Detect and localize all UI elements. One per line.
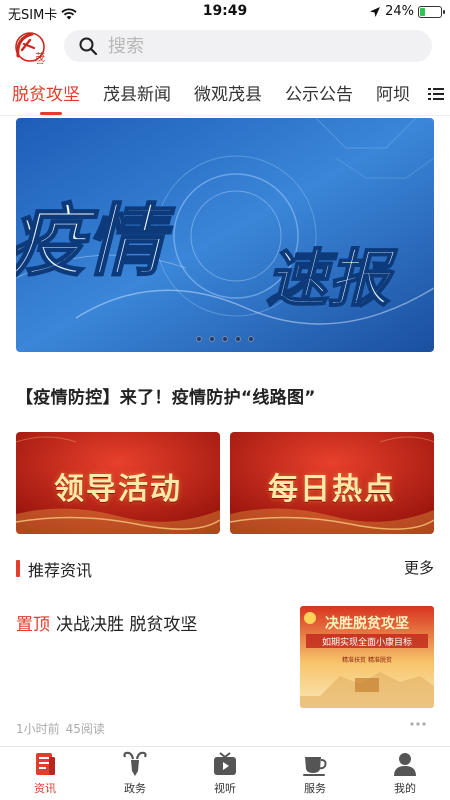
nav-label: 资讯 xyxy=(34,782,56,795)
app-header: 茂县 xyxy=(0,24,450,68)
pinned-badge: 置顶 xyxy=(16,615,50,635)
thumbnail-image: 决胜脱贫攻坚 如期实现全面小康目标 精准扶贫 精准脱贫 xyxy=(300,606,434,708)
location-arrow-icon xyxy=(370,6,381,17)
channel-tabs: 脱贫攻坚 茂县新闻 微观茂县 公示公告 阿坝 xyxy=(12,80,410,115)
carousel-dot[interactable] xyxy=(248,336,254,342)
news-meta: 1小时前 45阅读 xyxy=(16,720,105,737)
search-input[interactable] xyxy=(108,35,408,57)
battery-percent: 24% xyxy=(385,4,414,19)
carousel-indicators xyxy=(16,336,434,342)
search-box[interactable] xyxy=(64,30,432,62)
banner-text-1: 疫情 xyxy=(16,197,175,287)
search-icon xyxy=(79,37,98,56)
news-title: 置顶 决战决胜 脱贫攻坚 xyxy=(16,610,197,635)
nav-label: 服务 xyxy=(304,782,326,795)
card-leadership-activities[interactable]: 领导活动 xyxy=(16,432,220,534)
banner-headline[interactable]: 【疫情防控】来了！疫情防护“线路图” xyxy=(16,383,316,408)
thumb-slogan: 精准扶贫 精准脱贫 xyxy=(342,656,392,664)
nav-news[interactable]: 资讯 xyxy=(0,747,90,800)
tab-public-notice[interactable]: 公示公告 xyxy=(285,80,353,113)
cup-icon xyxy=(303,757,327,776)
recommend-section-header: 推荐资讯 更多 xyxy=(16,557,434,581)
card-label: 领导活动 xyxy=(54,472,182,507)
news-read-count: 45阅读 xyxy=(65,722,105,736)
tab-county-news[interactable]: 茂县新闻 xyxy=(103,80,171,113)
channel-tabbar: 脱贫攻坚 茂县新闻 微观茂县 公示公告 阿坝 xyxy=(0,72,450,116)
nav-government[interactable]: 政务 xyxy=(90,747,180,800)
tab-micro-county[interactable]: 微观茂县 xyxy=(194,80,262,113)
nav-services[interactable]: 服务 xyxy=(270,747,360,800)
news-title-text: 决战决胜 脱贫攻坚 xyxy=(56,615,198,635)
battery-fill xyxy=(420,7,425,16)
thumb-subtitle: 如期实现全面小康目标 xyxy=(322,636,412,648)
banner-image: 疫情 速报 xyxy=(16,118,434,352)
status-right: 24% xyxy=(369,4,445,19)
tv-icon xyxy=(214,752,236,775)
tab-poverty-alleviation[interactable]: 脱贫攻坚 xyxy=(12,80,80,115)
battery-icon xyxy=(418,5,445,18)
news-time: 1小时前 xyxy=(16,722,60,736)
news-thumbnail: 决胜脱贫攻坚 如期实现全面小康目标 精准扶贫 精准脱贫 xyxy=(300,606,434,708)
app-logo[interactable]: 茂县 xyxy=(12,28,56,64)
nav-label: 政务 xyxy=(124,782,146,795)
card-daily-hotspot[interactable]: 每日热点 xyxy=(230,432,434,534)
nav-profile[interactable]: 我的 xyxy=(360,747,450,800)
goat-icon xyxy=(123,751,147,776)
card-label: 每日热点 xyxy=(268,472,396,507)
user-icon xyxy=(394,753,416,776)
banner-carousel[interactable]: 疫情 速报 xyxy=(16,118,434,352)
nav-label: 我的 xyxy=(394,782,416,795)
carousel-dot[interactable] xyxy=(235,336,241,342)
tab-menu-button[interactable] xyxy=(422,72,450,115)
news-icon xyxy=(36,753,55,775)
more-options-icon[interactable] xyxy=(410,722,426,726)
section-accent-bar xyxy=(16,560,20,577)
carousel-dot[interactable] xyxy=(196,336,202,342)
nav-label: 视听 xyxy=(214,782,236,795)
nav-media[interactable]: 视听 xyxy=(180,747,270,800)
menu-icon xyxy=(428,88,444,100)
section-title: 推荐资讯 xyxy=(28,561,93,580)
carousel-dot[interactable] xyxy=(209,336,215,342)
tab-aba[interactable]: 阿坝 xyxy=(376,80,410,113)
more-link[interactable]: 更多 xyxy=(404,557,434,578)
bottom-navigation: 资讯 政务 视听 服务 我的 xyxy=(0,746,450,800)
thumb-headline: 决胜脱贫攻坚 xyxy=(325,615,409,632)
status-bar: 无SIM卡 19:49 24% xyxy=(0,0,450,24)
carousel-dot[interactable] xyxy=(222,336,228,342)
logo-text: 茂县 xyxy=(33,51,45,64)
news-list-item[interactable]: 置顶 决战决胜 脱贫攻坚 决胜脱贫攻坚 如期实现全面小康目标 精准扶贫 精准脱贫 … xyxy=(16,606,434,740)
banner-text-2: 速报 xyxy=(266,242,398,315)
